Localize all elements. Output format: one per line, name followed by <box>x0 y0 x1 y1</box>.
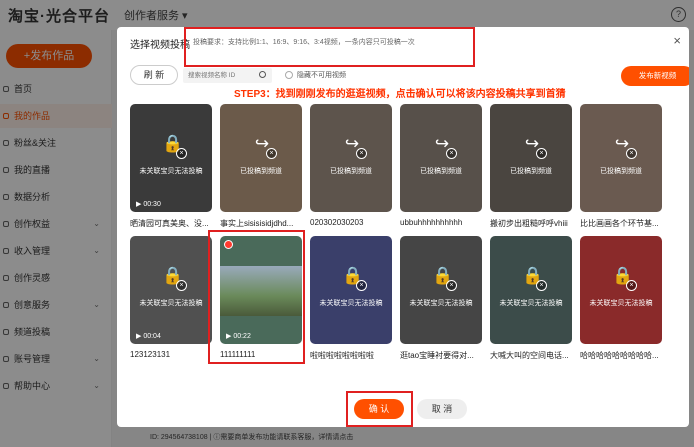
video-thumbnail[interactable]: 🔒 × 未关联宝贝无法投稿 <box>400 236 482 344</box>
video-thumbnail[interactable]: 🔒 × 未关联宝贝无法投稿 ▶ 00:04 <box>130 236 212 344</box>
confirm-button[interactable]: 确 认 <box>354 399 404 419</box>
disabled-icon: × <box>446 148 457 159</box>
video-status: 未关联宝贝无法投稿 <box>409 300 473 307</box>
video-caption: 逛tao宝睡衬要得对... <box>400 351 474 360</box>
video-thumbnail[interactable]: 🔒 × 未关联宝贝无法投稿 ▶ 00:30 <box>130 104 212 212</box>
video-status: 未关联宝贝无法投稿 <box>499 300 563 307</box>
disabled-icon: × <box>266 148 277 159</box>
video-caption: 大喊大叫的空间电话... <box>490 351 569 360</box>
cancel-button[interactable]: 取 消 <box>417 399 467 419</box>
video-status: 已投稿到频道 <box>240 168 282 175</box>
video-caption: 123123131 <box>130 350 171 359</box>
publish-new-video-button[interactable]: 发布新视频 <box>621 66 689 86</box>
disabled-icon: × <box>626 280 637 291</box>
lock-icon: 🔒 × <box>162 134 187 159</box>
hide-unavailable-radio[interactable] <box>285 71 293 79</box>
video-caption: 比比画画各个环节基... <box>580 219 659 228</box>
video-status: 已投稿到频道 <box>510 168 552 175</box>
video-status: 未关联宝贝无法投稿 <box>589 300 653 307</box>
video-caption: 搬初步出粗糙呼呼vhiii <box>490 219 568 228</box>
lock-icon: 🔒 × <box>522 266 547 291</box>
video-caption: 事实上sisisisidjdhd... <box>220 219 294 228</box>
modal-title: 选择视频投稿 <box>130 40 190 51</box>
refresh-button[interactable]: 刷 新 <box>130 65 178 85</box>
highlight-box <box>184 27 475 67</box>
hide-unavailable-label: 隐藏不可用视频 <box>297 72 346 79</box>
lock-icon: 🔒 × <box>342 266 367 291</box>
video-thumbnail[interactable]: ↪ × 已投稿到频道 <box>220 104 302 212</box>
disabled-icon: × <box>536 280 547 291</box>
video-duration: ▶ 00:30 <box>136 201 161 208</box>
video-thumbnail[interactable]: ↪ × 已投稿到频道 <box>490 104 572 212</box>
video-thumbnail[interactable]: ↪ × 已投稿到频道 <box>580 104 662 212</box>
search-icon[interactable] <box>259 71 266 78</box>
video-status: 已投稿到频道 <box>420 168 462 175</box>
disabled-icon: × <box>176 280 187 291</box>
video-status: 已投稿到频道 <box>600 168 642 175</box>
disabled-icon: × <box>446 280 457 291</box>
video-status: 未关联宝贝无法投稿 <box>139 300 203 307</box>
close-icon[interactable]: × <box>673 33 681 48</box>
video-caption: ubbuhhhhhhhhhh <box>400 218 463 227</box>
video-status: 已投稿到频道 <box>330 168 372 175</box>
lock-icon: 🔒 × <box>162 266 187 291</box>
disabled-icon: × <box>356 148 367 159</box>
share-icon: ↪ × <box>612 134 637 159</box>
video-thumbnail[interactable]: ↪ × 已投稿到频道 <box>310 104 392 212</box>
lock-icon: 🔒 × <box>432 266 457 291</box>
video-thumbnail[interactable]: 🔒 × 未关联宝贝无法投稿 <box>310 236 392 344</box>
video-status: 未关联宝贝无法投稿 <box>139 168 203 175</box>
disabled-icon: × <box>176 148 187 159</box>
video-thumbnail[interactable]: 🔒 × 未关联宝贝无法投稿 <box>490 236 572 344</box>
share-icon: ↪ × <box>342 134 367 159</box>
step-instruction: STEP3：找到刚刚发布的逛逛视频，点击确认可以将该内容投稿共享到首猜 <box>234 89 566 100</box>
video-caption: 晒清园可真美奥、没... <box>130 219 209 228</box>
disabled-icon: × <box>356 280 367 291</box>
video-caption: 哈哈哈哈哈哈哈哈哈... <box>580 351 659 360</box>
highlight-box <box>208 230 305 364</box>
share-icon: ↪ × <box>252 134 277 159</box>
disabled-icon: × <box>536 148 547 159</box>
video-caption: 020302030203 <box>310 218 364 227</box>
share-icon: ↪ × <box>432 134 457 159</box>
video-duration: ▶ 00:04 <box>136 333 161 340</box>
video-caption: 啦啦啦啦啦啦啦啦 <box>310 351 374 360</box>
disabled-icon: × <box>626 148 637 159</box>
video-thumbnail[interactable]: 🔒 × 未关联宝贝无法投稿 <box>580 236 662 344</box>
video-thumbnail[interactable]: ↪ × 已投稿到频道 <box>400 104 482 212</box>
video-status: 未关联宝贝无法投稿 <box>319 300 383 307</box>
share-icon: ↪ × <box>522 134 547 159</box>
lock-icon: 🔒 × <box>612 266 637 291</box>
select-video-modal: 选择视频投稿 投稿要求：支持比例1:1、16:9、9:16、3:4视频，一条内容… <box>117 27 689 427</box>
